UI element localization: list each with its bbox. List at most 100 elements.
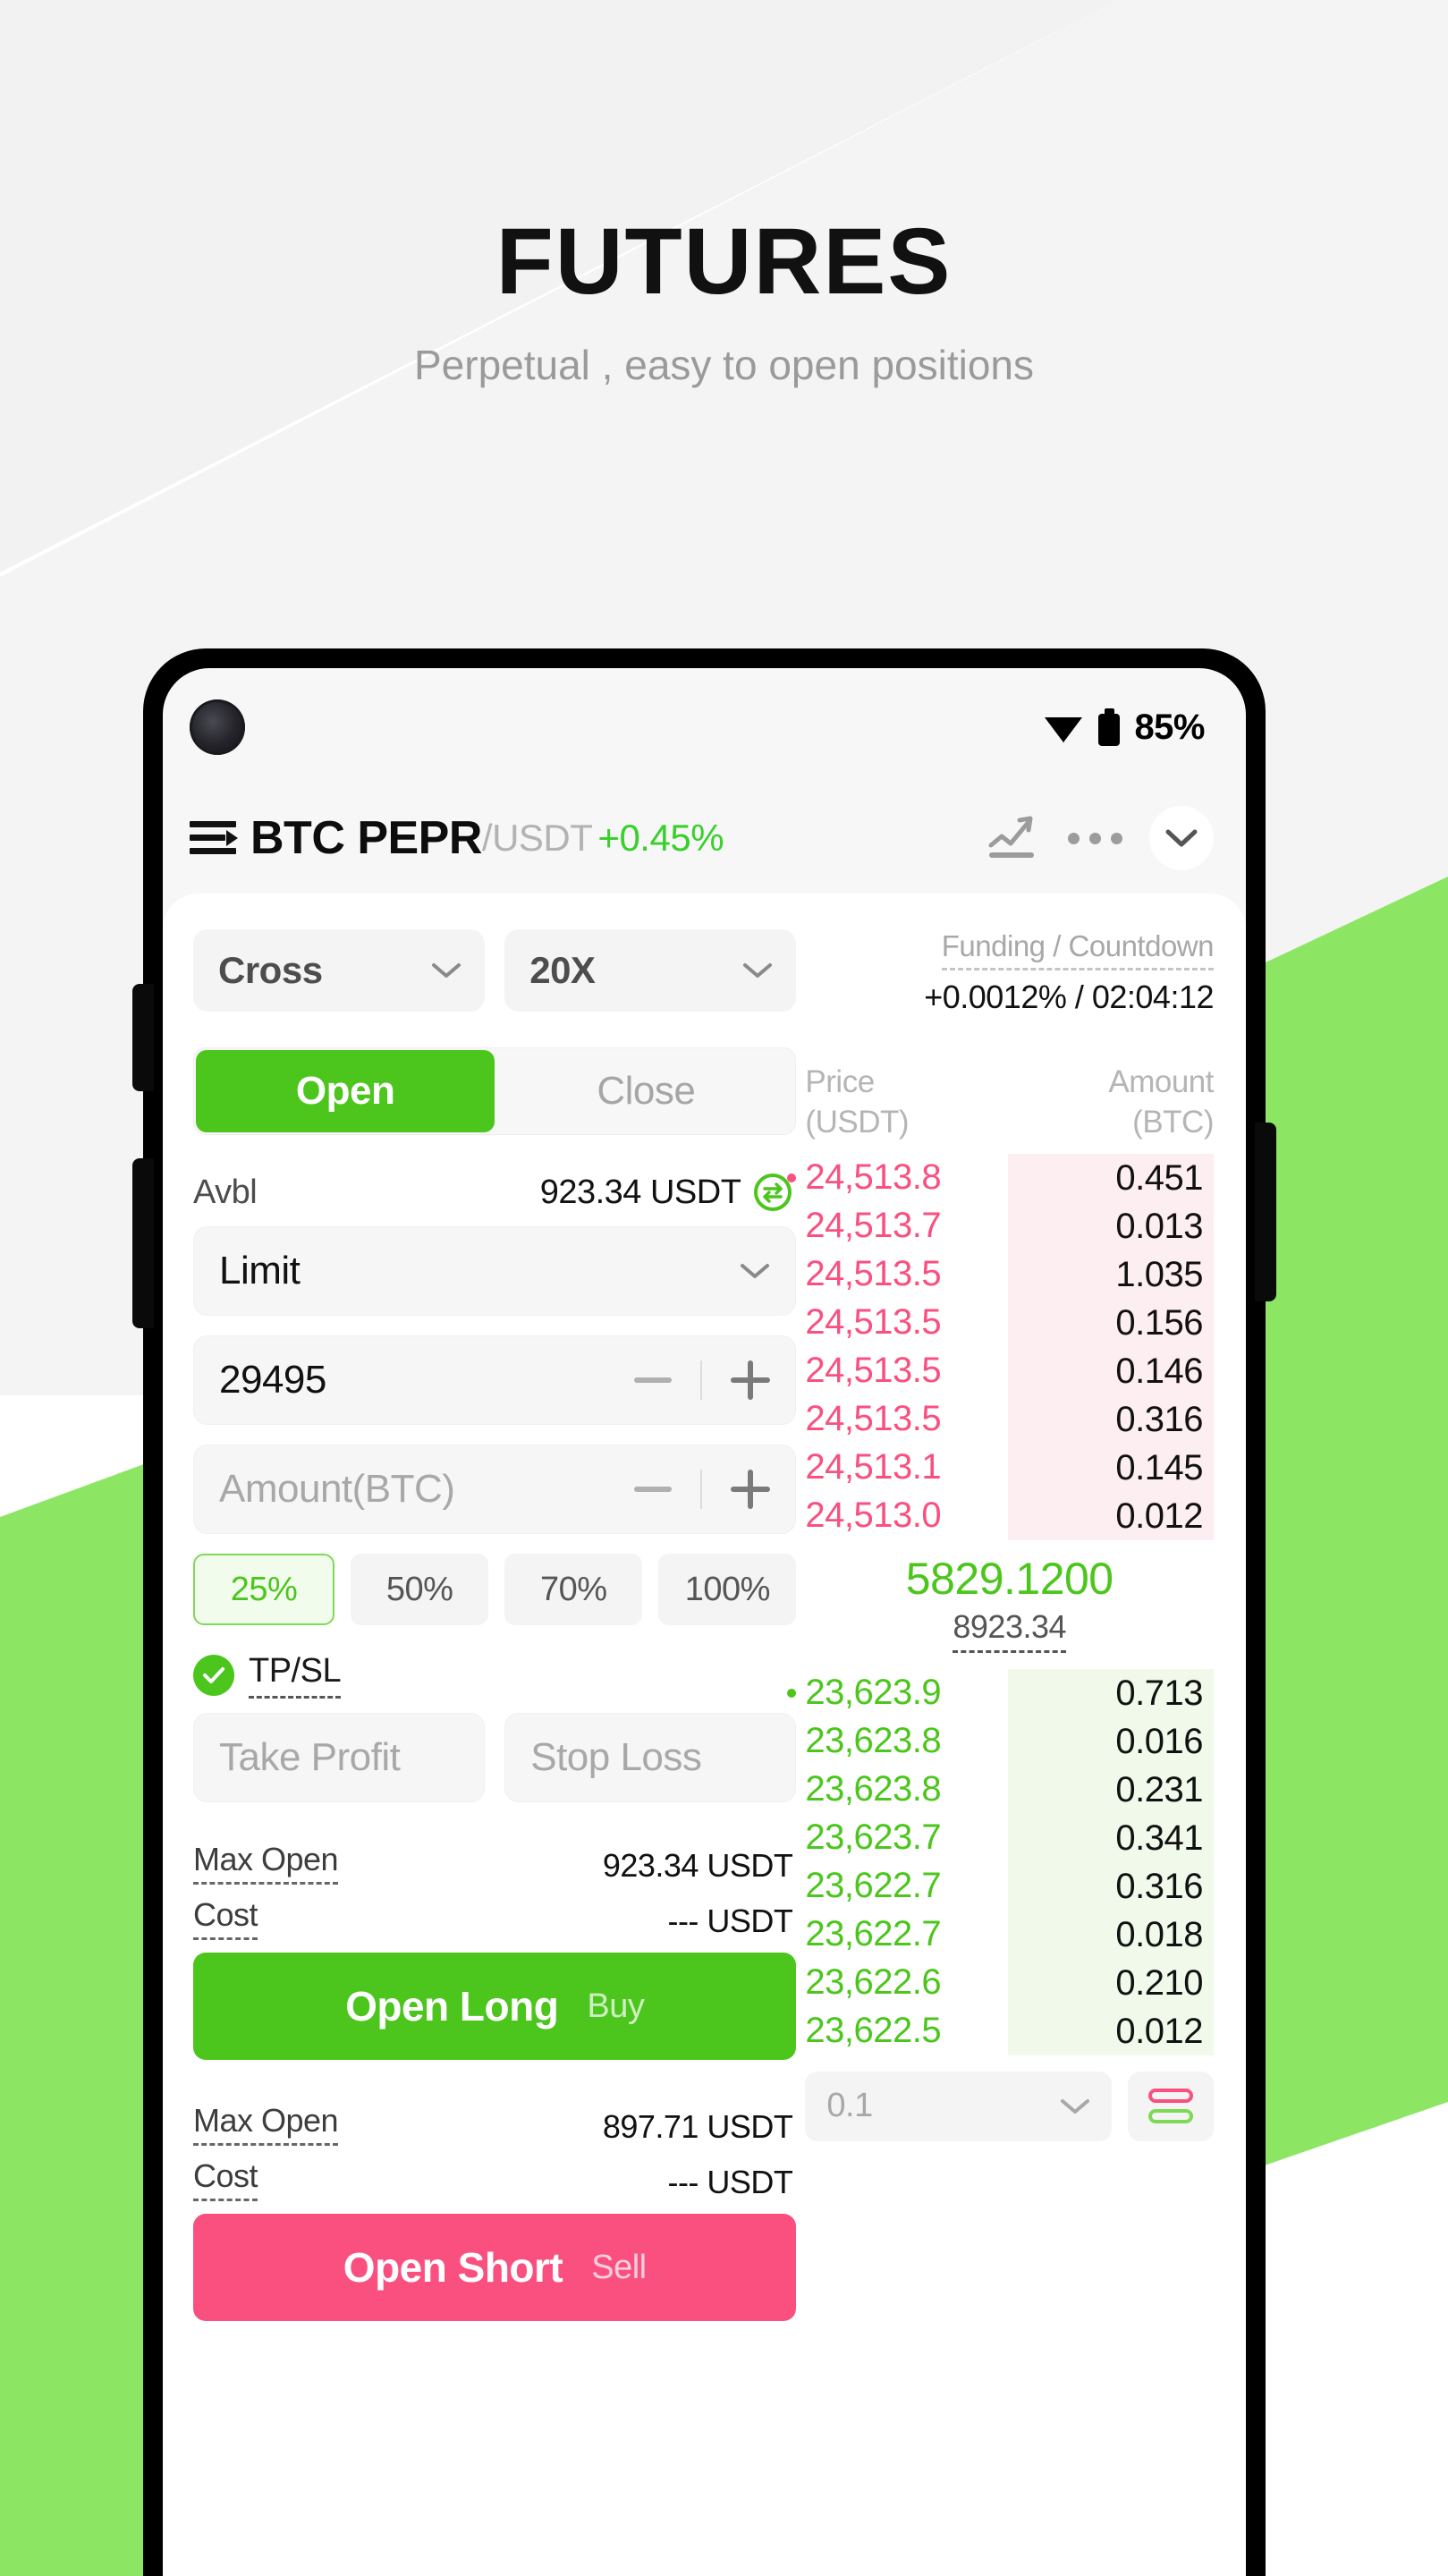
order-book-column: Funding / Countdown +0.0012% / 02:04:12 …	[787, 929, 1246, 2576]
order-book-amount: 0.451	[1007, 1153, 1214, 1202]
open-long-button[interactable]: Open Long Buy	[193, 1953, 797, 2060]
order-book-row[interactable]: 23,622.5 0.012	[805, 2006, 1214, 2055]
trend-chart-icon[interactable]	[987, 813, 1041, 863]
order-book-price: 23,622.6	[805, 1962, 942, 2003]
hero-section: FUTURES Perpetual , easy to open positio…	[0, 0, 1448, 386]
tab-open[interactable]: Open	[196, 1050, 495, 1132]
stop-loss-input[interactable]: Stop Loss	[504, 1713, 797, 1802]
order-book-row[interactable]: 24,513.0 0.012	[805, 1491, 1214, 1540]
tab-close[interactable]: Close	[496, 1048, 795, 1134]
market-change-percent: +0.45%	[597, 817, 724, 859]
open-long-sublabel: Buy	[587, 1987, 645, 2025]
available-balance-value: 923.34 USDT	[539, 1173, 741, 1211]
mid-price-secondary[interactable]: 8923.34	[953, 1608, 1067, 1653]
menu-list-icon[interactable]	[190, 821, 238, 855]
leverage-select[interactable]: 20X	[504, 929, 797, 1012]
order-book-row[interactable]: 24,513.7 0.013	[805, 1201, 1214, 1250]
long-max-open-label: Max Open	[193, 1841, 339, 1885]
order-book-row[interactable]: 24,513.5 1.035	[805, 1250, 1214, 1299]
order-book-row[interactable]: 24,513.1 0.145	[805, 1443, 1214, 1492]
funding-countdown-label[interactable]: Funding / Countdown	[941, 929, 1214, 970]
price-stepper	[634, 1360, 771, 1400]
phone-volume-up-button	[132, 984, 154, 1091]
chevron-down-icon	[1165, 829, 1198, 847]
order-book-price-label: Price	[805, 1064, 875, 1099]
order-book-amount-unit: (BTC)	[1132, 1104, 1214, 1140]
order-book-amount: 0.012	[1007, 1491, 1214, 1540]
open-short-sublabel: Sell	[591, 2248, 647, 2286]
page-title: FUTURES	[495, 209, 953, 314]
best-price-marker-icon	[787, 1688, 797, 1698]
percent-button-70[interactable]: 70%	[504, 1554, 643, 1625]
order-book-price: 24,513.0	[805, 1496, 942, 1536]
grouping-value: 0.1	[826, 2087, 873, 2125]
market-pair-base[interactable]: BTC PEPR	[250, 811, 482, 865]
order-book-row[interactable]: 23,622.7 0.316	[805, 1861, 1214, 1911]
open-short-button[interactable]: Open Short Sell	[193, 2214, 797, 2321]
amount-stepper	[634, 1470, 771, 1509]
stepper-divider	[700, 1470, 703, 1509]
order-book-price: 23,623.9	[805, 1673, 942, 1713]
order-book-row[interactable]: 24,513.5 0.156	[805, 1298, 1214, 1347]
order-book-row[interactable]: 23,623.7 0.341	[805, 1813, 1214, 1862]
open-short-label: Open Short	[343, 2244, 563, 2291]
order-book-row[interactable]: 23,623.8 0.231	[805, 1765, 1214, 1814]
short-max-open-label: Max Open	[193, 2102, 339, 2146]
margin-mode-select[interactable]: Cross	[193, 929, 486, 1012]
page-subtitle: Perpetual , easy to open positions	[413, 342, 1034, 388]
collapse-panel-button[interactable]	[1149, 806, 1214, 870]
order-book-price: 23,623.8	[805, 1721, 942, 1761]
chevron-down-icon	[741, 1264, 770, 1278]
amount-increment-button[interactable]	[731, 1470, 771, 1509]
order-book-amount: 0.316	[1007, 1861, 1214, 1911]
order-book-amount: 0.013	[1007, 1201, 1214, 1250]
more-dots-icon[interactable]	[1068, 832, 1122, 844]
order-book-row[interactable]: 23,623.8 0.016	[805, 1716, 1214, 1766]
order-book-asks: 24,513.8 0.451 24,513.7 0.013 24,513.5 1.035 2…	[787, 1153, 1214, 1540]
order-book-price: 24,513.8	[805, 1157, 942, 1198]
order-type-select[interactable]: Limit	[193, 1226, 797, 1316]
tpsl-toggle-row[interactable]: TP/SL	[193, 1652, 796, 1699]
percent-button-100[interactable]: 100%	[658, 1554, 797, 1625]
front-camera-punchhole	[190, 699, 245, 755]
long-cost-label: Cost	[193, 1896, 258, 1940]
battery-icon	[1098, 708, 1121, 746]
order-book-price: 24,513.5	[805, 1254, 942, 1294]
amount-input[interactable]: Amount(BTC)	[193, 1445, 797, 1534]
order-book-price: 23,622.7	[805, 1866, 942, 1906]
order-book-row[interactable]: 23,623.9 0.713	[787, 1668, 1214, 1717]
stop-loss-placeholder: Stop Loss	[530, 1735, 702, 1779]
available-balance-label: Avbl	[193, 1173, 258, 1211]
order-book-amount: 0.210	[1007, 1958, 1214, 2007]
mid-price-value: 5829.1200	[905, 1553, 1114, 1604]
chevron-down-icon	[743, 963, 773, 978]
short-max-open-value: 897.71 USDT	[602, 2108, 793, 2145]
check-circle-icon[interactable]	[193, 1655, 234, 1696]
order-book-amount: 0.018	[1007, 1910, 1214, 1959]
phone-power-button	[1255, 1123, 1276, 1301]
short-cost-label: Cost	[193, 2157, 258, 2201]
order-book-row[interactable]: 24,513.5 0.146	[805, 1346, 1214, 1395]
order-book-amount: 0.156	[1007, 1298, 1214, 1347]
percent-button-50[interactable]: 50%	[351, 1554, 489, 1625]
order-book-row[interactable]: 23,622.7 0.018	[805, 1910, 1214, 1959]
percent-button-25[interactable]: 25%	[193, 1554, 335, 1625]
amount-decrement-button[interactable]	[634, 1487, 673, 1492]
order-book-bids: 23,623.9 0.713 23,623.8 0.016 23,623.8 0.231 2…	[787, 1668, 1214, 2055]
order-book-mid-price: 5829.1200 8923.34	[805, 1540, 1214, 1658]
take-profit-input[interactable]: Take Profit	[193, 1713, 486, 1802]
price-input[interactable]: 29495	[193, 1335, 797, 1425]
order-book-row[interactable]: 23,622.6 0.210	[805, 1958, 1214, 2007]
grouping-select[interactable]: 0.1	[805, 2071, 1112, 2141]
price-decrement-button[interactable]	[634, 1377, 673, 1383]
status-bar: 85%	[163, 668, 1246, 786]
best-price-marker-icon	[787, 1173, 797, 1182]
price-input-value: 29495	[219, 1358, 326, 1402]
depth-view-icon[interactable]	[1127, 2071, 1214, 2141]
amount-input-placeholder: Amount(BTC)	[219, 1467, 455, 1511]
leverage-value: 20X	[529, 949, 596, 991]
order-book-row[interactable]: 24,513.8 0.451	[787, 1153, 1214, 1202]
order-book-row[interactable]: 24,513.5 0.316	[805, 1394, 1214, 1444]
order-book-amount: 0.713	[1007, 1668, 1214, 1717]
price-increment-button[interactable]	[731, 1360, 771, 1400]
